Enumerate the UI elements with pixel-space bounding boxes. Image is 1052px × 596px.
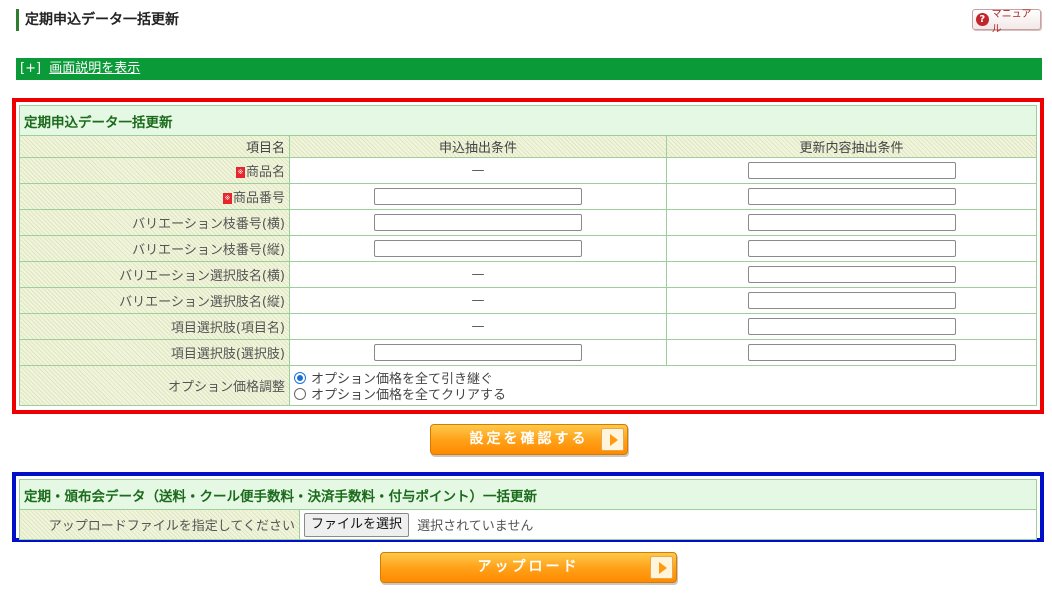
table-row: バリエーション選択肢名(縦) — <box>19 287 1037 314</box>
option-price-clear-radio[interactable]: オプション価格を全てクリアする <box>294 386 1032 403</box>
option-price-clear-label: オプション価格を全てクリアする <box>311 388 507 403</box>
help-question-icon: ? <box>976 13 989 26</box>
variation-branch-v-extract-input[interactable] <box>374 240 582 257</box>
required-mark-icon: ※ <box>235 167 245 178</box>
upload-panel: 定期・頒布会データ（送料・クール便手数料・決済手数料・付与ポイント）一括更新 ア… <box>12 472 1044 542</box>
upload-heading: 定期・頒布会データ（送料・クール便手数料・決済手数料・付与ポイント）一括更新 <box>19 479 1037 510</box>
not-applicable-dash: — <box>471 267 485 282</box>
help-bar: [+] 画面説明を表示 <box>16 58 1042 80</box>
table-row: バリエーション枝番号(横) <box>19 209 1037 236</box>
table-row: オプション価格調整 オプション価格を全て引き継ぐ オプション価格を全てクリアする <box>19 365 1037 406</box>
table-row: 項目選択肢(選択肢) <box>19 339 1037 366</box>
col-header-update: 更新内容抽出条件 <box>666 135 1037 158</box>
upload-button[interactable]: アップロード <box>380 552 677 583</box>
table-row: 項目選択肢(項目名) — <box>19 313 1037 340</box>
bulk-update-panel: 定期申込データ一括更新 項目名 申込抽出条件 更新内容抽出条件 ※ 商品名 — ※… <box>12 98 1044 414</box>
row-label-variation-choice-h: バリエーション選択肢名(横) <box>19 261 290 288</box>
bulk-update-table: 定期申込データ一括更新 項目名 申込抽出条件 更新内容抽出条件 ※ 商品名 — ※… <box>19 105 1037 406</box>
row-label-item-choice-value: 項目選択肢(選択肢) <box>19 339 290 366</box>
product-name-update-input[interactable] <box>747 162 956 179</box>
radio-checked-icon[interactable] <box>294 371 306 384</box>
product-number-extract-input[interactable] <box>374 188 582 205</box>
not-applicable-dash: — <box>471 319 485 334</box>
upload-table: 定期・頒布会データ（送料・クール便手数料・決済手数料・付与ポイント）一括更新 ア… <box>19 479 1037 540</box>
not-applicable-dash: — <box>471 163 485 178</box>
table-row: ※ 商品名 — <box>19 157 1037 184</box>
variation-choice-v-update-input[interactable] <box>747 292 956 309</box>
page-title: 定期申込データ一括更新 <box>16 9 179 31</box>
bulk-update-heading: 定期申込データ一括更新 <box>19 105 1037 136</box>
variation-branch-h-update-input[interactable] <box>747 214 956 231</box>
row-label-variation-branch-h: バリエーション枝番号(横) <box>19 209 290 236</box>
table-row: ※ 商品番号 <box>19 183 1037 210</box>
arrow-right-icon <box>650 556 673 579</box>
item-choice-value-update-input[interactable] <box>747 344 956 361</box>
upload-button-label: アップロード <box>477 559 580 575</box>
row-label-variation-choice-v: バリエーション選択肢名(縦) <box>19 287 290 314</box>
col-header-item: 項目名 <box>19 135 290 158</box>
row-label-variation-branch-v: バリエーション枝番号(縦) <box>19 235 290 262</box>
row-label-product-number: 商品番号 <box>232 191 285 206</box>
row-label-option-price: オプション価格調整 <box>19 365 290 406</box>
show-help-link[interactable]: 画面説明を表示 <box>49 61 140 76</box>
upload-file-label: アップロードファイルを指定してください <box>19 509 300 540</box>
table-row: バリエーション選択肢名(横) — <box>19 261 1037 288</box>
help-toggle[interactable]: [+] <box>20 61 41 76</box>
product-number-update-input[interactable] <box>747 188 956 205</box>
row-label-product-name: 商品名 <box>245 165 285 180</box>
table-row: バリエーション枝番号(縦) <box>19 235 1037 262</box>
confirm-settings-label: 設定を確認する <box>469 431 589 447</box>
required-mark-icon: ※ <box>222 193 232 204</box>
not-applicable-dash: — <box>471 293 485 308</box>
variation-choice-h-update-input[interactable] <box>747 266 956 283</box>
arrow-right-icon <box>601 428 624 451</box>
col-header-extract: 申込抽出条件 <box>289 135 667 158</box>
item-choice-name-update-input[interactable] <box>747 318 956 335</box>
row-label-item-choice-name: 項目選択肢(項目名) <box>19 313 290 340</box>
manual-button-label: マニュアル <box>991 8 1032 35</box>
confirm-settings-button[interactable]: 設定を確認する <box>430 424 628 455</box>
item-choice-value-extract-input[interactable] <box>374 344 582 361</box>
file-status-text: 選択されていません <box>417 519 534 534</box>
radio-unchecked-icon[interactable] <box>294 387 306 400</box>
variation-branch-v-update-input[interactable] <box>747 240 956 257</box>
manual-button[interactable]: ? マニュアル <box>972 9 1041 35</box>
choose-file-button[interactable]: ファイルを選択 <box>304 512 410 537</box>
variation-branch-h-extract-input[interactable] <box>374 214 582 231</box>
